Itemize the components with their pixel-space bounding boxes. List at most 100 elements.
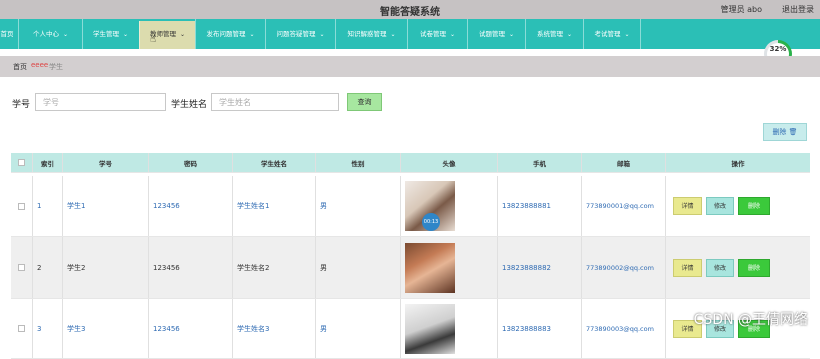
breadcrumb-separator: eeee xyxy=(31,61,49,69)
nav-personal-label: 个人中心 xyxy=(32,30,59,38)
chevron-down-icon: ⌄ xyxy=(319,31,325,38)
table-row: 3 学生3 123456 学生姓名3 男 13823888883 7738900… xyxy=(11,299,810,359)
row-phone: 13823888883 xyxy=(498,299,582,358)
row-checkbox[interactable] xyxy=(18,325,25,332)
header-name: 学生姓名 xyxy=(233,153,316,172)
chevron-down-icon: ⌄ xyxy=(62,31,69,38)
top-bar: 智能答疑系统 管理员 abo 退出登录 xyxy=(0,0,820,19)
app-title: 智能答疑系统 xyxy=(380,7,440,18)
chevron-down-icon: ⌄ xyxy=(122,31,129,38)
logout-link[interactable]: 退出登录 xyxy=(782,4,814,15)
nav-exam[interactable]: 考试管理 ⌄ xyxy=(583,19,641,49)
nav-question-answer-label: 问题答疑管理 xyxy=(276,30,316,38)
row-avatar-cell xyxy=(401,299,498,358)
row-gender: 男 xyxy=(316,237,401,298)
row-checkbox[interactable] xyxy=(18,202,25,210)
table-row: 2 学生2 123456 学生姓名2 男 13823888882 7738900… xyxy=(11,237,810,299)
row-index: 1 xyxy=(33,176,63,236)
row-select xyxy=(11,237,33,298)
row-student-no: 学生2 xyxy=(63,237,149,298)
nav-knowledge[interactable]: 知识解惑管理 ⌄ xyxy=(335,19,407,49)
header-select xyxy=(11,153,33,172)
row-student-no: 学生1 xyxy=(63,176,149,236)
row-avatar-cell xyxy=(401,237,498,298)
header-student-no: 学号 xyxy=(63,153,149,172)
student-name-input[interactable]: 学生姓名 xyxy=(211,93,339,111)
header-avatar: 头像 xyxy=(401,153,498,172)
nav-student-label: 学生管理 xyxy=(92,30,119,38)
row-name: 学生姓名3 xyxy=(233,299,316,358)
select-all-checkbox[interactable] xyxy=(18,159,25,166)
row-index: 3 xyxy=(33,299,63,358)
edit-button[interactable]: 修改 xyxy=(706,258,734,277)
nav-teacher[interactable]: 教师管理 ⌄ xyxy=(139,21,195,49)
chevron-down-icon: ⌄ xyxy=(566,31,573,38)
row-email: 773890003@qq.com xyxy=(582,299,666,358)
nav-paper-label: 试卷管理 xyxy=(419,30,446,38)
header-gender: 性别 xyxy=(316,153,401,172)
query-button[interactable]: 查询 xyxy=(347,93,382,111)
row-actions: 详情 修改 删除 xyxy=(666,176,810,236)
row-name: 学生姓名2 xyxy=(233,237,316,298)
chevron-down-icon: ⌄ xyxy=(449,31,456,38)
row-student-no: 学生3 xyxy=(63,299,149,358)
row-gender: 男 xyxy=(316,176,401,236)
row-phone: 13823888881 xyxy=(498,176,582,236)
row-avatar-cell: 00:13 xyxy=(401,176,498,236)
row-index: 2 xyxy=(33,237,63,298)
nav-question-answer[interactable]: 问题答疑管理 ⌄ xyxy=(265,19,335,49)
header-password: 密码 xyxy=(149,153,233,172)
student-no-label: 学号 xyxy=(12,100,31,110)
nav-paper[interactable]: 试卷管理 ⌄ xyxy=(407,19,467,49)
batch-delete-button[interactable]: 删除 🗑 xyxy=(763,123,807,141)
avatar xyxy=(405,242,455,293)
row-email: 773890001@qq.com xyxy=(582,176,666,236)
table-header: 索引 学号 密码 学生姓名 性别 头像 手机 邮箱 操作 xyxy=(11,153,810,173)
row-password: 123456 xyxy=(149,176,233,236)
nav-system[interactable]: 系统管理 ⌄ xyxy=(525,19,583,49)
avatar xyxy=(405,303,455,354)
play-timer-badge[interactable]: 00:13 xyxy=(422,213,440,231)
header-index: 索引 xyxy=(33,153,63,172)
progress-value: 32% xyxy=(769,45,787,53)
student-no-input[interactable]: 学号 xyxy=(35,93,166,111)
chevron-down-icon: ⌄ xyxy=(508,31,515,38)
nav-exam-label: 考试管理 xyxy=(594,30,621,38)
chevron-down-icon: ⌄ xyxy=(179,31,186,38)
nav-personal[interactable]: 个人中心 ⌄ xyxy=(18,19,82,49)
chevron-down-icon: ⌄ xyxy=(624,31,630,38)
mouse-cursor-icon: ☝ xyxy=(150,34,157,45)
nav-system-label: 系统管理 xyxy=(536,30,563,38)
row-select xyxy=(11,176,33,236)
avatar: 00:13 xyxy=(405,181,455,231)
nav-question-bank-label: 试题管理 xyxy=(478,30,505,38)
main-nav: 首页 个人中心 ⌄ 学生管理 ⌄ 教师管理 ⌄ 发布问题管理 ⌄ 问题答疑管理 ⌄ 知识解… xyxy=(0,19,820,49)
edit-button[interactable]: 修改 xyxy=(706,197,734,215)
nav-home[interactable]: 首页 xyxy=(0,19,18,49)
row-gender: 男 xyxy=(316,299,401,358)
nav-publish-question[interactable]: 发布问题管理 ⌄ xyxy=(195,19,265,49)
row-email: 773890002@qq.com xyxy=(582,237,666,298)
header-actions: 操作 xyxy=(731,159,745,168)
header-email: 邮箱 xyxy=(582,153,666,172)
breadcrumb-home[interactable]: 首页 xyxy=(13,62,27,72)
breadcrumb: 首页 eeee 学生 xyxy=(0,56,820,77)
row-checkbox[interactable] xyxy=(18,264,25,271)
nav-home-label: 首页 xyxy=(0,30,14,38)
row-password: 123456 xyxy=(149,299,233,358)
student-name-label: 学生姓名 xyxy=(171,100,208,110)
chevron-down-icon: ⌄ xyxy=(390,31,396,38)
row-password: 123456 xyxy=(149,237,233,298)
nav-knowledge-label: 知识解惑管理 xyxy=(347,30,387,38)
delete-button[interactable]: 删除 xyxy=(738,197,770,215)
nav-question-bank[interactable]: 试题管理 ⌄ xyxy=(467,19,525,49)
row-name: 学生姓名1 xyxy=(233,176,316,236)
detail-button[interactable]: 详情 xyxy=(673,197,702,215)
delete-button[interactable]: 删除 xyxy=(738,258,770,277)
row-actions: 详情 修改 删除 xyxy=(666,237,810,298)
admin-user: 管理员 abo xyxy=(720,5,762,14)
row-select xyxy=(11,299,33,358)
watermark: CSDN @王倩网络 xyxy=(693,312,808,328)
nav-student[interactable]: 学生管理 ⌄ xyxy=(82,19,138,49)
detail-button[interactable]: 详情 xyxy=(673,258,702,277)
